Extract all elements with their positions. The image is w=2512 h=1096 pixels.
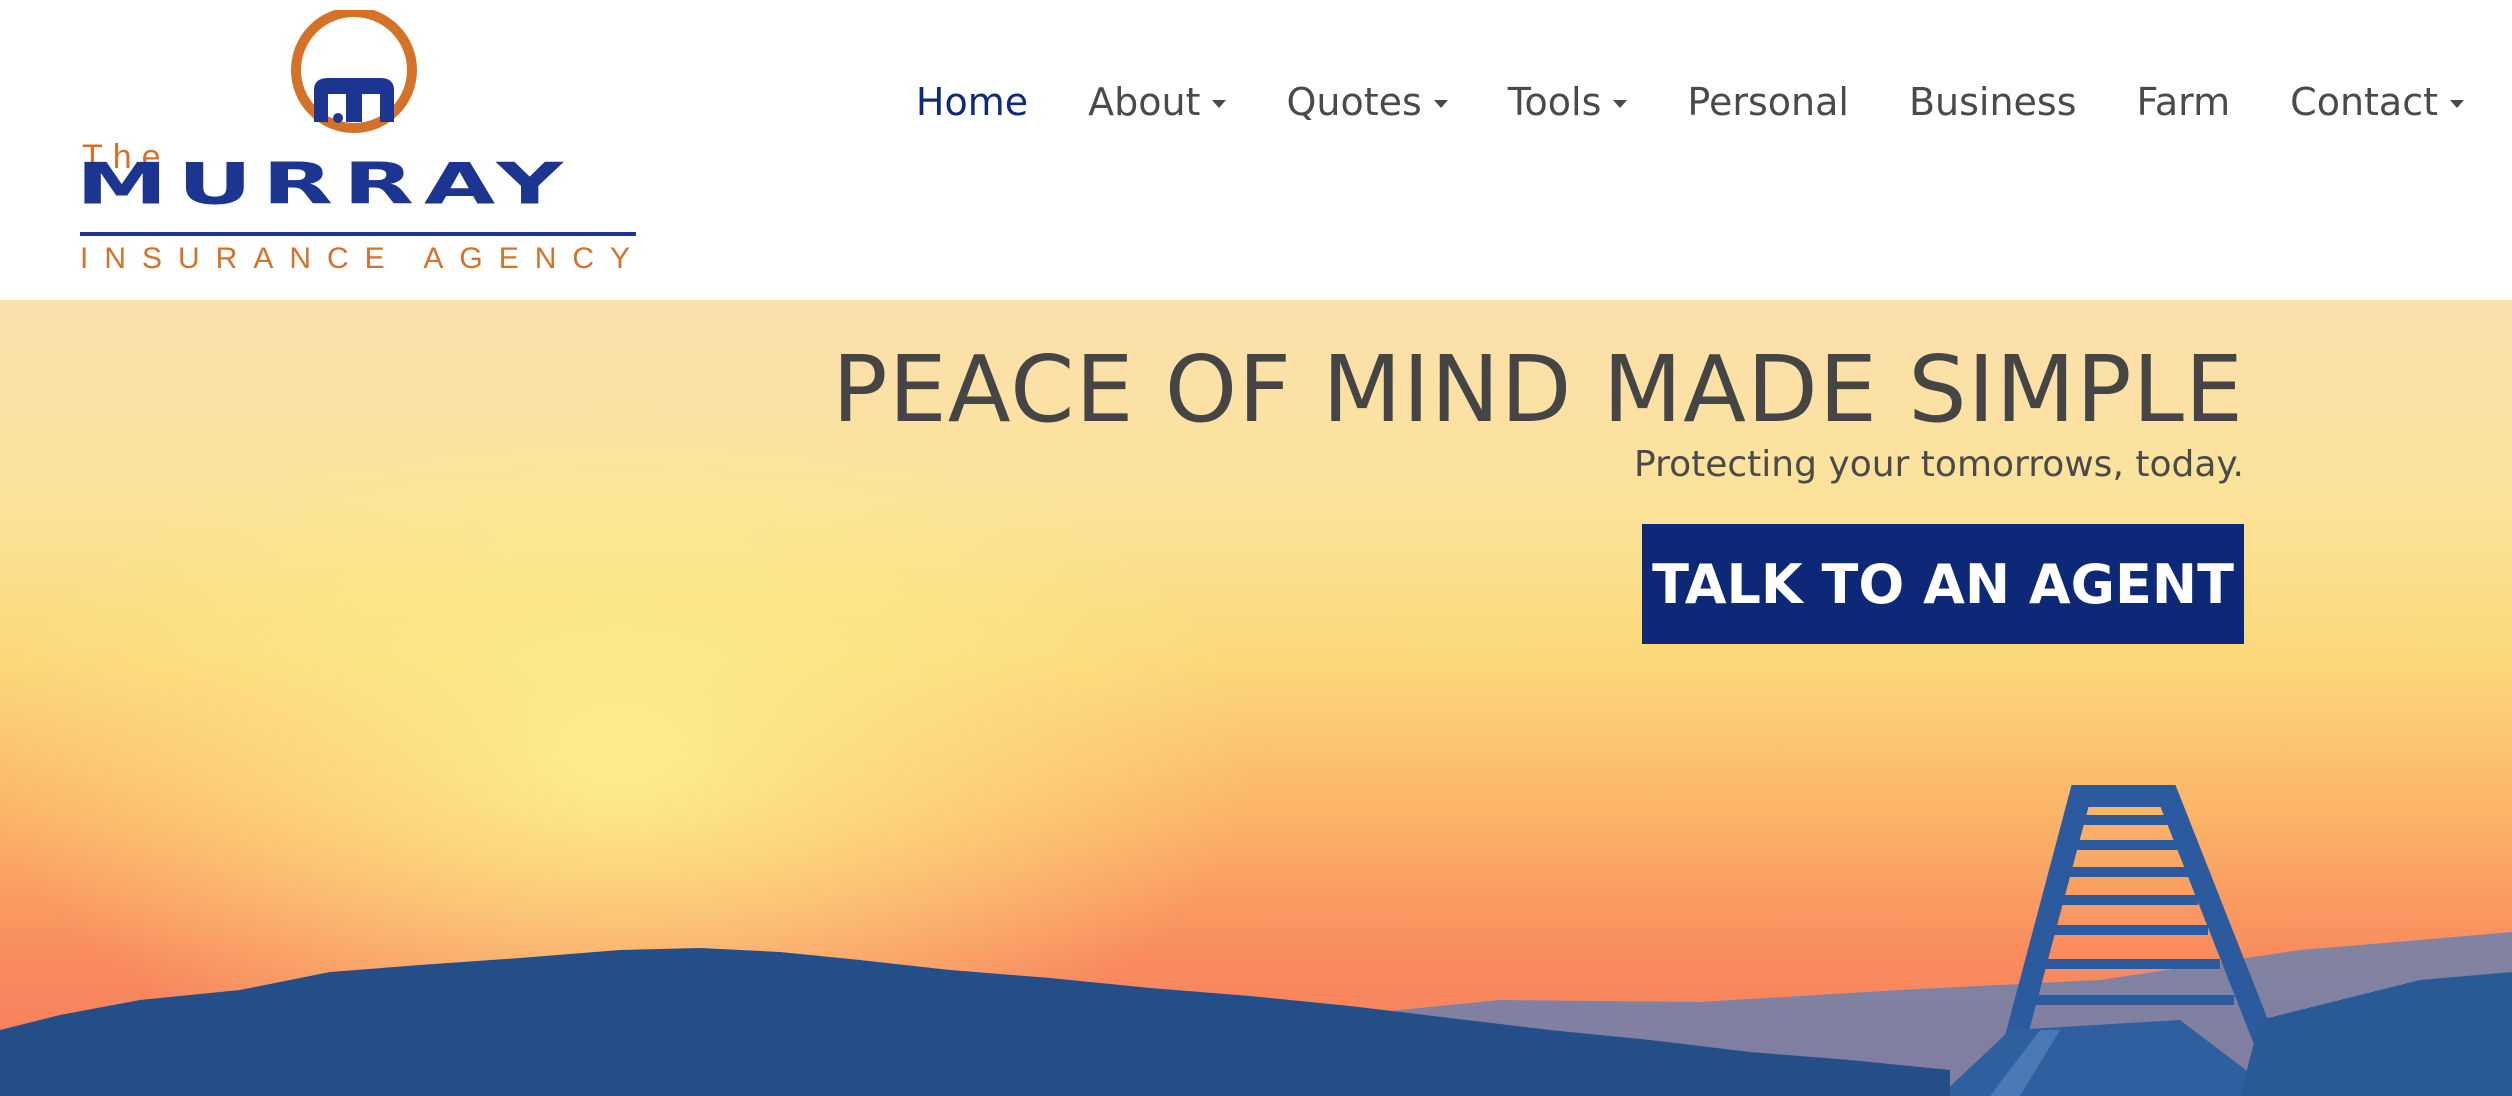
nav-farm[interactable]: Farm: [2137, 80, 2231, 124]
logo-tagline-text: INSURANCE AGENCY: [80, 242, 647, 275]
nav-quotes[interactable]: Quotes: [1286, 80, 1448, 124]
nav-contact-label: Contact: [2290, 80, 2438, 124]
logo-mark-icon: [291, 10, 417, 133]
logo-divider: [80, 232, 636, 236]
logo-name-text: MURRAY: [76, 151, 573, 218]
nav-personal-label: Personal: [1687, 80, 1849, 124]
caret-down-icon: [2450, 100, 2464, 108]
main-navigation: Home About Quotes Tools Personal Busines…: [856, 80, 2464, 124]
nav-home[interactable]: Home: [916, 80, 1028, 124]
hero-banner: PEACE OF MIND MADE SIMPLE Protecting you…: [0, 300, 2512, 1096]
nav-business-label: Business: [1908, 80, 2077, 124]
nav-farm-label: Farm: [2136, 80, 2231, 124]
nav-tools[interactable]: Tools: [1508, 80, 1628, 124]
site-header: The MURRAY INSURANCE AGENCY Home About Q…: [0, 0, 2512, 300]
hero-subtitle: Protecting your tomorrows, today.: [1634, 444, 2244, 485]
nav-quotes-label: Quotes: [1286, 80, 1422, 124]
nav-about[interactable]: About: [1088, 80, 1227, 124]
nav-business[interactable]: Business: [1909, 80, 2077, 124]
agency-logo[interactable]: The MURRAY INSURANCE AGENCY: [76, 10, 636, 278]
nav-contact[interactable]: Contact: [2290, 80, 2464, 124]
nav-personal[interactable]: Personal: [1687, 80, 1849, 124]
caret-down-icon: [1212, 100, 1227, 108]
nav-about-label: About: [1088, 80, 1201, 124]
hero-title: PEACE OF MIND MADE SIMPLE: [832, 336, 2244, 443]
nav-home-label: Home: [915, 80, 1029, 124]
nav-tools-label: Tools: [1507, 80, 1602, 124]
caret-down-icon: [1613, 100, 1628, 108]
caret-down-icon: [1433, 100, 1448, 108]
talk-to-agent-button[interactable]: TALK TO AN AGENT: [1642, 524, 2244, 644]
